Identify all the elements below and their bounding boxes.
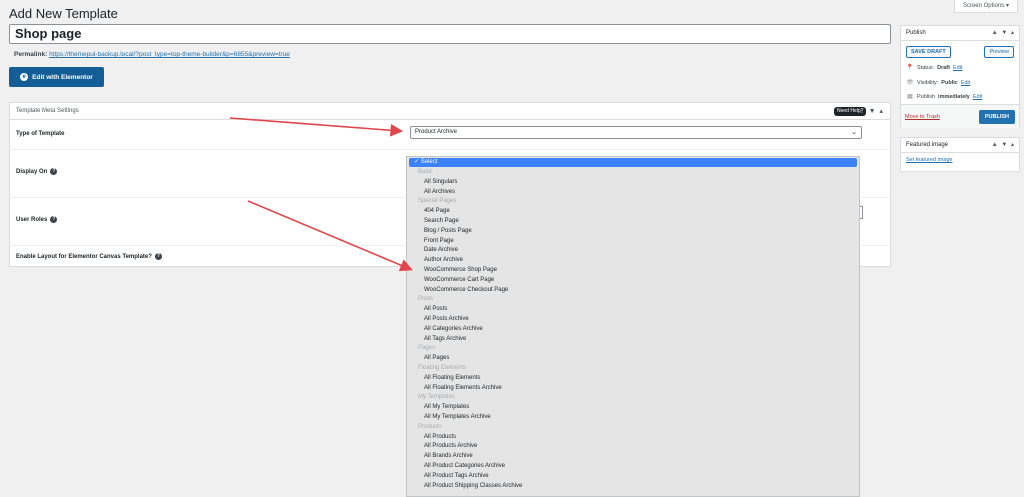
elementor-icon: e bbox=[20, 73, 29, 81]
page-title: Add New Template bbox=[9, 6, 118, 21]
dropdown-group-label: My Templates bbox=[418, 394, 455, 401]
dropdown-option[interactable]: Author Archive bbox=[407, 256, 859, 266]
dropdown-option[interactable]: All Posts bbox=[407, 305, 859, 315]
visibility-value: Public bbox=[941, 79, 958, 86]
publish-box: Publish ▲ ▼ ▴ SAVE DRAFT Preview 📍 Statu… bbox=[900, 25, 1020, 128]
dropdown-option[interactable]: All Floating Elements bbox=[407, 374, 859, 384]
dropdown-option[interactable]: All Posts Archive bbox=[407, 315, 859, 325]
status-value: Draft bbox=[937, 64, 950, 71]
schedule-label: Publish bbox=[917, 93, 936, 100]
meta-box-controls[interactable]: ▲ ▼ ▴ bbox=[858, 103, 884, 120]
dropdown-option[interactable]: All Product Categories Archive bbox=[407, 462, 859, 472]
featured-header: Featured image ▲ ▼ ▴ bbox=[901, 138, 1019, 153]
type-label: Type of Template bbox=[16, 131, 65, 137]
dropdown-option[interactable]: WooCommerce Shop Page bbox=[407, 266, 859, 276]
canvas-label: Enable Layout for Elementor Canvas Templ… bbox=[16, 253, 152, 260]
dropdown-option[interactable]: All Products bbox=[407, 433, 859, 443]
dropdown-group-label: Posts bbox=[418, 296, 434, 303]
schedule-value: immediately bbox=[938, 93, 970, 100]
dropdown-option[interactable]: Date Archive bbox=[407, 246, 859, 256]
dropdown-group-label: Products bbox=[418, 423, 442, 430]
calendar-icon: ▦ bbox=[907, 94, 913, 100]
visibility-label: Visibility: bbox=[917, 79, 939, 86]
dropdown-group-label: Basic bbox=[418, 169, 433, 175]
dropdown-selected-option[interactable]: ✓ Select bbox=[409, 158, 857, 167]
title-input[interactable]: Shop page bbox=[9, 24, 891, 44]
dropdown-group-label: Floating Elements bbox=[418, 364, 467, 371]
publish-header: Publish ▲ ▼ ▴ bbox=[901, 26, 1019, 41]
visibility-line: 👁 Visibility: Public Edit bbox=[906, 79, 970, 87]
dropdown-option[interactable]: All Pages bbox=[407, 354, 859, 364]
edit-schedule-link[interactable]: Edit bbox=[973, 94, 982, 100]
move-to-trash-link[interactable]: Move to Trash bbox=[905, 114, 940, 120]
meta-box-title: Template Meta Settings bbox=[16, 108, 79, 114]
dropdown-group-label: Pages bbox=[418, 345, 436, 352]
pin-icon: 📍 bbox=[906, 65, 914, 71]
dropdown-option[interactable]: All Floating Elements Archive bbox=[407, 384, 859, 394]
preview-button[interactable]: Preview bbox=[984, 46, 1014, 58]
canvas-label-wrap: Enable Layout for Elementor Canvas Templ… bbox=[16, 253, 162, 260]
page: Add New Template Screen Options ▾ Shop p… bbox=[0, 0, 1024, 497]
dropdown-option[interactable]: All My Templates bbox=[407, 403, 859, 413]
status-line: 📍 Status: Draft Edit bbox=[906, 64, 962, 72]
publish-controls[interactable]: ▲ ▼ ▴ bbox=[992, 26, 1015, 41]
dropdown-option[interactable]: All Brands Archive bbox=[407, 452, 859, 462]
user-roles-label: User Roles bbox=[16, 216, 48, 223]
dropdown-option[interactable]: All Archives bbox=[407, 188, 859, 198]
dropdown-option[interactable]: WooCommerce Cart Page bbox=[407, 276, 859, 286]
dropdown-option[interactable]: All Product Tags Archive bbox=[407, 472, 859, 482]
permalink-link[interactable]: https://themepul-backup.local/?post_type… bbox=[49, 51, 290, 58]
status-label: Status: bbox=[917, 64, 935, 71]
chevron-down-icon: ⌄ bbox=[851, 129, 857, 136]
edit-visibility-link[interactable]: Edit bbox=[961, 80, 970, 86]
permalink-label: Permalink: bbox=[14, 51, 48, 58]
template-type-select[interactable]: Product Archive ⌄ bbox=[410, 126, 862, 139]
eye-icon: 👁 bbox=[906, 80, 914, 86]
template-type-value: Product Archive bbox=[415, 129, 458, 135]
dropdown-options: Basic All Singulars All Archives Special Pa… bbox=[407, 168, 859, 491]
dropdown-option[interactable]: All Singulars bbox=[407, 178, 859, 188]
dropdown-option[interactable]: Blog / Posts Page bbox=[407, 227, 859, 237]
permalink: Permalink: https://themepul-backup.local… bbox=[14, 51, 290, 58]
display-on-dropdown[interactable]: ✓ Select Basic All Singulars All Archives S… bbox=[406, 156, 860, 497]
featured-title: Featured image bbox=[906, 142, 949, 148]
help-icon[interactable]: ? bbox=[154, 253, 162, 260]
display-on-label: Display On bbox=[16, 168, 48, 175]
save-draft-button[interactable]: SAVE DRAFT bbox=[906, 46, 951, 58]
edit-with-elementor-button[interactable]: e Edit with Elementor bbox=[9, 67, 104, 87]
dropdown-option[interactable]: All Product Shipping Classes Archive bbox=[407, 482, 859, 492]
screen-options-button[interactable]: Screen Options ▾ bbox=[953, 0, 1018, 13]
elementor-button-label: Edit with Elementor bbox=[32, 73, 93, 81]
edit-status-link[interactable]: Edit bbox=[953, 65, 962, 71]
schedule-line: ▦ Publish immediately Edit bbox=[906, 93, 982, 101]
dropdown-option[interactable]: All Products Archive bbox=[407, 442, 859, 452]
featured-image-box: Featured image ▲ ▼ ▴ Set featured image bbox=[900, 137, 1020, 172]
display-on-label-wrap: Display On ? bbox=[16, 168, 58, 175]
dropdown-option[interactable]: All Tags Archive bbox=[407, 335, 859, 345]
dropdown-option[interactable]: All My Templates Archive bbox=[407, 413, 859, 423]
dropdown-option[interactable]: 404 Page bbox=[407, 207, 859, 217]
publish-footer: Move to Trash PUBLISH bbox=[901, 104, 1019, 128]
help-icon[interactable]: ? bbox=[50, 216, 58, 223]
publish-title: Publish bbox=[906, 30, 926, 36]
featured-controls[interactable]: ▲ ▼ ▴ bbox=[992, 138, 1015, 153]
dropdown-group-label: Special Pages bbox=[418, 198, 457, 205]
dropdown-option[interactable]: Front Page bbox=[407, 237, 859, 247]
help-icon[interactable]: ? bbox=[50, 168, 58, 175]
set-featured-image-link[interactable]: Set featured image bbox=[906, 157, 952, 163]
dropdown-option[interactable]: WooCommerce Checkout Page bbox=[407, 286, 859, 296]
user-roles-label-wrap: User Roles ? bbox=[16, 216, 58, 223]
dropdown-option[interactable]: All Categories Archive bbox=[407, 325, 859, 335]
publish-button[interactable]: PUBLISH bbox=[978, 110, 1015, 124]
meta-box-header: Template Meta Settings Need Help? ▲ ▼ ▴ bbox=[10, 103, 890, 120]
dropdown-option[interactable]: Search Page bbox=[407, 217, 859, 227]
